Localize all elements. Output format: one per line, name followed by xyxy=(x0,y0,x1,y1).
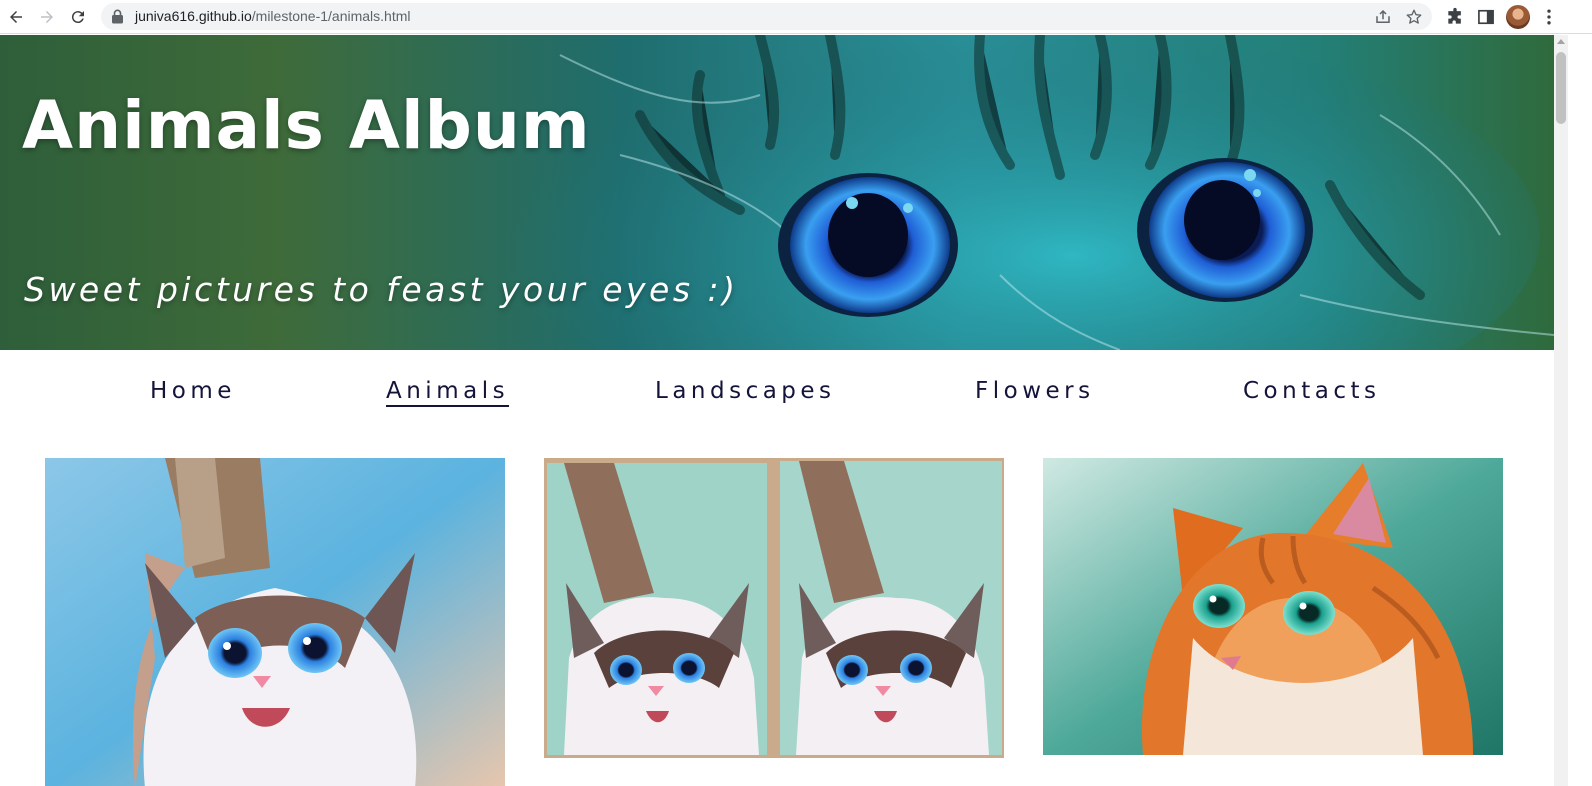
nav-link-contacts[interactable]: Contacts xyxy=(1243,378,1380,404)
gallery-image-ragdoll-kitten[interactable] xyxy=(45,458,505,786)
browser-toolbar: juniva616.github.io/milestone-1/animals.… xyxy=(0,0,1592,34)
nav-link-home[interactable]: Home xyxy=(150,378,236,404)
page-scrollbar[interactable] xyxy=(1554,35,1568,786)
site-navigation: Home Animals Landscapes Flowers Contacts xyxy=(0,350,1554,445)
forward-arrow-icon[interactable] xyxy=(35,5,59,29)
page-subtitle: Sweet pictures to feast your eyes :) xyxy=(24,270,739,309)
page-title: Animals Album xyxy=(22,87,591,164)
url-host: juniva616.github.io xyxy=(135,8,252,24)
address-bar[interactable]: juniva616.github.io/milestone-1/animals.… xyxy=(101,3,1432,30)
nav-link-flowers[interactable]: Flowers xyxy=(975,378,1095,404)
lock-icon[interactable] xyxy=(111,9,124,24)
profile-avatar[interactable] xyxy=(1506,5,1530,29)
star-icon[interactable] xyxy=(1405,8,1423,26)
gallery-image-ginger-cat[interactable] xyxy=(1043,458,1503,755)
gallery-image-two-kittens[interactable] xyxy=(544,458,1004,758)
share-icon[interactable] xyxy=(1374,8,1392,26)
url-path: /milestone-1/animals.html xyxy=(251,8,411,24)
nav-link-landscapes[interactable]: Landscapes xyxy=(655,378,836,404)
window-gutter xyxy=(1568,35,1592,786)
more-vert-icon[interactable] xyxy=(1539,7,1559,27)
reload-icon[interactable] xyxy=(66,5,90,29)
side-panel-icon[interactable] xyxy=(1476,7,1496,27)
extensions-puzzle-icon[interactable] xyxy=(1445,7,1465,27)
scrollbar-thumb[interactable] xyxy=(1556,52,1566,124)
page-viewport: Animals Album Sweet pictures to feast yo… xyxy=(0,35,1554,786)
back-arrow-icon[interactable] xyxy=(4,5,28,29)
url-text[interactable]: juniva616.github.io/milestone-1/animals.… xyxy=(135,3,411,30)
scroll-up-arrow-icon[interactable] xyxy=(1557,39,1565,44)
nav-link-animals[interactable]: Animals xyxy=(386,378,510,407)
hero-banner: Animals Album Sweet pictures to feast yo… xyxy=(0,35,1554,350)
